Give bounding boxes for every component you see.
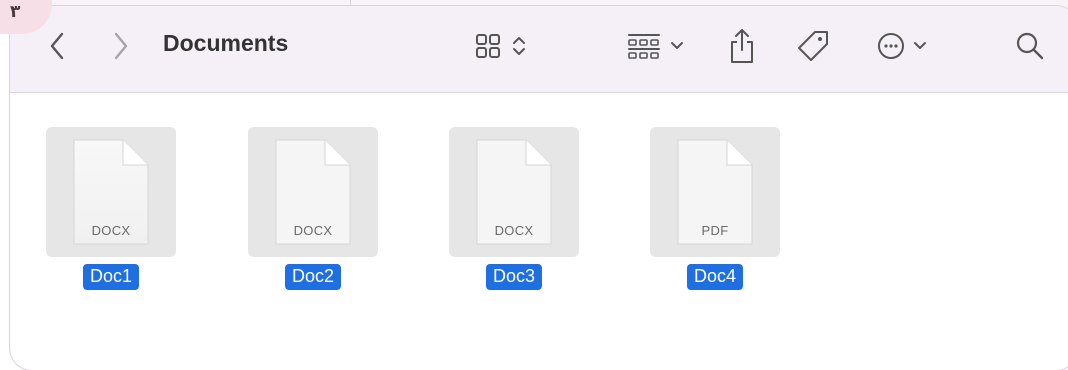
file-name[interactable]: Doc3 [485, 264, 543, 290]
sort-chevrons-icon [513, 37, 525, 55]
file-thumbnail[interactable]: PDF [650, 127, 780, 257]
share-button[interactable] [722, 24, 762, 68]
more-options-button[interactable] [870, 28, 934, 64]
group-button[interactable] [620, 28, 692, 64]
file-thumbnail[interactable]: DOCX [46, 127, 176, 257]
grid-view-icon [476, 34, 500, 58]
file-name[interactable]: Doc4 [686, 264, 744, 290]
file-thumbnail[interactable]: DOCX [248, 127, 378, 257]
chevron-down-icon [913, 42, 926, 49]
file-thumbnail[interactable]: DOCX [449, 127, 579, 257]
forward-chevron-icon [114, 32, 128, 60]
file-extension-label: DOCX [293, 223, 333, 238]
corner-badge-text: ۳ [10, 2, 21, 22]
search-icon [1016, 32, 1044, 60]
view-mode-button[interactable] [466, 28, 538, 64]
file-grid: DOCX Doc1 DOCX Doc2 DOCX Doc3 PDF Doc4 [10, 92, 1068, 370]
file-name[interactable]: Doc2 [284, 264, 342, 290]
tag-icon [798, 31, 828, 61]
search-button[interactable] [1010, 28, 1050, 64]
more-options-icon [877, 33, 904, 59]
toolbar: Documents [10, 6, 1068, 93]
file-extension-label: PDF [701, 223, 729, 238]
finder-window: Documents DOCX Doc1 DOCX Doc2 DOCX Doc3 … [10, 6, 1068, 370]
share-icon [731, 29, 753, 63]
tag-button[interactable] [792, 26, 834, 66]
group-view-icon [628, 34, 660, 59]
file-extension-label: DOCX [494, 223, 534, 238]
chevron-down-icon [671, 42, 683, 49]
back-chevron-icon [50, 32, 64, 60]
window-title: Documents [163, 30, 289, 56]
back-button[interactable] [42, 28, 72, 64]
file-extension-label: DOCX [91, 223, 131, 238]
forward-button[interactable] [106, 28, 136, 64]
file-name[interactable]: Doc1 [82, 264, 140, 290]
